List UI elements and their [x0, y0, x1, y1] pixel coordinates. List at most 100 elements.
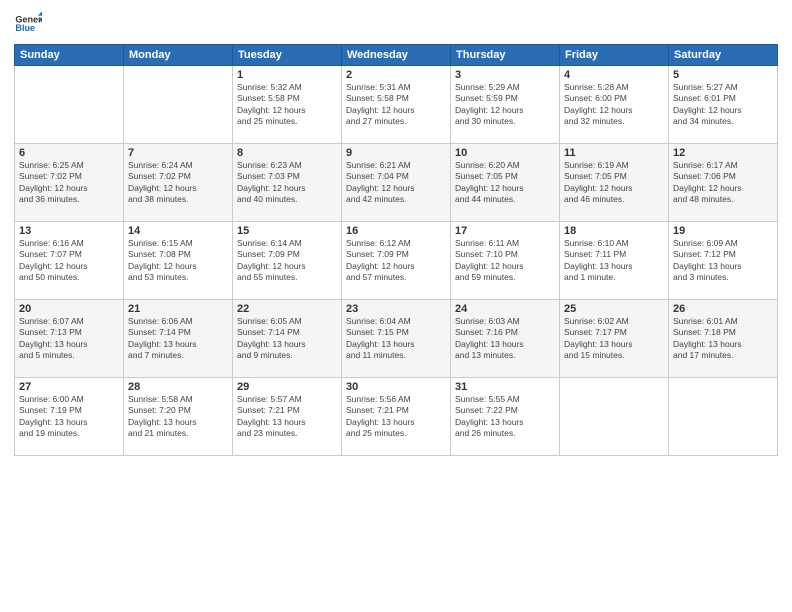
day-number: 16 — [346, 225, 446, 237]
calendar-cell: 19Sunrise: 6:09 AM Sunset: 7:12 PM Dayli… — [669, 222, 778, 300]
day-info: Sunrise: 5:57 AM Sunset: 7:21 PM Dayligh… — [237, 394, 337, 440]
logo-icon: General Blue — [14, 10, 42, 38]
day-info: Sunrise: 6:14 AM Sunset: 7:09 PM Dayligh… — [237, 238, 337, 284]
day-info: Sunrise: 6:25 AM Sunset: 7:02 PM Dayligh… — [19, 160, 119, 206]
header: General Blue — [14, 10, 778, 38]
calendar-cell: 26Sunrise: 6:01 AM Sunset: 7:18 PM Dayli… — [669, 300, 778, 378]
day-info: Sunrise: 5:32 AM Sunset: 5:58 PM Dayligh… — [237, 82, 337, 128]
calendar-cell: 30Sunrise: 5:56 AM Sunset: 7:21 PM Dayli… — [342, 378, 451, 456]
day-header-monday: Monday — [124, 45, 233, 66]
day-info: Sunrise: 5:55 AM Sunset: 7:22 PM Dayligh… — [455, 394, 555, 440]
day-number: 9 — [346, 147, 446, 159]
calendar-week-1: 1Sunrise: 5:32 AM Sunset: 5:58 PM Daylig… — [15, 66, 778, 144]
day-number: 8 — [237, 147, 337, 159]
day-info: Sunrise: 6:12 AM Sunset: 7:09 PM Dayligh… — [346, 238, 446, 284]
day-number: 11 — [564, 147, 664, 159]
calendar-cell: 4Sunrise: 5:28 AM Sunset: 6:00 PM Daylig… — [560, 66, 669, 144]
calendar-cell: 10Sunrise: 6:20 AM Sunset: 7:05 PM Dayli… — [451, 144, 560, 222]
calendar-cell: 25Sunrise: 6:02 AM Sunset: 7:17 PM Dayli… — [560, 300, 669, 378]
calendar-cell: 20Sunrise: 6:07 AM Sunset: 7:13 PM Dayli… — [15, 300, 124, 378]
day-info: Sunrise: 5:31 AM Sunset: 5:58 PM Dayligh… — [346, 82, 446, 128]
calendar-page: General Blue SundayMondayTuesdayWednesda… — [0, 0, 792, 612]
day-number: 2 — [346, 69, 446, 81]
logo: General Blue — [14, 10, 42, 38]
day-info: Sunrise: 6:17 AM Sunset: 7:06 PM Dayligh… — [673, 160, 773, 206]
day-number: 28 — [128, 381, 228, 393]
calendar-table: SundayMondayTuesdayWednesdayThursdayFrid… — [14, 44, 778, 456]
day-number: 22 — [237, 303, 337, 315]
calendar-cell — [669, 378, 778, 456]
day-info: Sunrise: 6:15 AM Sunset: 7:08 PM Dayligh… — [128, 238, 228, 284]
calendar-week-4: 20Sunrise: 6:07 AM Sunset: 7:13 PM Dayli… — [15, 300, 778, 378]
calendar-week-3: 13Sunrise: 6:16 AM Sunset: 7:07 PM Dayli… — [15, 222, 778, 300]
day-info: Sunrise: 6:06 AM Sunset: 7:14 PM Dayligh… — [128, 316, 228, 362]
calendar-cell: 17Sunrise: 6:11 AM Sunset: 7:10 PM Dayli… — [451, 222, 560, 300]
day-info: Sunrise: 6:10 AM Sunset: 7:11 PM Dayligh… — [564, 238, 664, 284]
day-info: Sunrise: 5:28 AM Sunset: 6:00 PM Dayligh… — [564, 82, 664, 128]
day-number: 21 — [128, 303, 228, 315]
day-number: 19 — [673, 225, 773, 237]
calendar-cell: 12Sunrise: 6:17 AM Sunset: 7:06 PM Dayli… — [669, 144, 778, 222]
day-info: Sunrise: 6:20 AM Sunset: 7:05 PM Dayligh… — [455, 160, 555, 206]
calendar-cell: 2Sunrise: 5:31 AM Sunset: 5:58 PM Daylig… — [342, 66, 451, 144]
calendar-cell: 18Sunrise: 6:10 AM Sunset: 7:11 PM Dayli… — [560, 222, 669, 300]
day-info: Sunrise: 5:56 AM Sunset: 7:21 PM Dayligh… — [346, 394, 446, 440]
day-number: 4 — [564, 69, 664, 81]
day-number: 31 — [455, 381, 555, 393]
day-number: 5 — [673, 69, 773, 81]
day-number: 30 — [346, 381, 446, 393]
day-number: 7 — [128, 147, 228, 159]
day-info: Sunrise: 6:05 AM Sunset: 7:14 PM Dayligh… — [237, 316, 337, 362]
day-header-sunday: Sunday — [15, 45, 124, 66]
calendar-cell: 7Sunrise: 6:24 AM Sunset: 7:02 PM Daylig… — [124, 144, 233, 222]
day-number: 29 — [237, 381, 337, 393]
svg-text:Blue: Blue — [15, 23, 35, 33]
day-number: 25 — [564, 303, 664, 315]
day-info: Sunrise: 6:07 AM Sunset: 7:13 PM Dayligh… — [19, 316, 119, 362]
day-number: 23 — [346, 303, 446, 315]
calendar-cell — [560, 378, 669, 456]
day-info: Sunrise: 5:58 AM Sunset: 7:20 PM Dayligh… — [128, 394, 228, 440]
day-info: Sunrise: 6:11 AM Sunset: 7:10 PM Dayligh… — [455, 238, 555, 284]
calendar-cell: 15Sunrise: 6:14 AM Sunset: 7:09 PM Dayli… — [233, 222, 342, 300]
day-number: 20 — [19, 303, 119, 315]
day-info: Sunrise: 6:00 AM Sunset: 7:19 PM Dayligh… — [19, 394, 119, 440]
day-number: 14 — [128, 225, 228, 237]
calendar-cell: 27Sunrise: 6:00 AM Sunset: 7:19 PM Dayli… — [15, 378, 124, 456]
day-info: Sunrise: 6:19 AM Sunset: 7:05 PM Dayligh… — [564, 160, 664, 206]
calendar-cell: 31Sunrise: 5:55 AM Sunset: 7:22 PM Dayli… — [451, 378, 560, 456]
calendar-cell: 28Sunrise: 5:58 AM Sunset: 7:20 PM Dayli… — [124, 378, 233, 456]
calendar-header-row: SundayMondayTuesdayWednesdayThursdayFrid… — [15, 45, 778, 66]
day-info: Sunrise: 6:01 AM Sunset: 7:18 PM Dayligh… — [673, 316, 773, 362]
calendar-week-5: 27Sunrise: 6:00 AM Sunset: 7:19 PM Dayli… — [15, 378, 778, 456]
day-info: Sunrise: 6:09 AM Sunset: 7:12 PM Dayligh… — [673, 238, 773, 284]
day-number: 24 — [455, 303, 555, 315]
calendar-cell — [124, 66, 233, 144]
day-number: 27 — [19, 381, 119, 393]
day-info: Sunrise: 6:23 AM Sunset: 7:03 PM Dayligh… — [237, 160, 337, 206]
day-info: Sunrise: 5:29 AM Sunset: 5:59 PM Dayligh… — [455, 82, 555, 128]
day-info: Sunrise: 5:27 AM Sunset: 6:01 PM Dayligh… — [673, 82, 773, 128]
calendar-cell: 11Sunrise: 6:19 AM Sunset: 7:05 PM Dayli… — [560, 144, 669, 222]
day-header-thursday: Thursday — [451, 45, 560, 66]
day-number: 6 — [19, 147, 119, 159]
calendar-cell: 23Sunrise: 6:04 AM Sunset: 7:15 PM Dayli… — [342, 300, 451, 378]
calendar-cell — [15, 66, 124, 144]
day-header-saturday: Saturday — [669, 45, 778, 66]
day-info: Sunrise: 6:04 AM Sunset: 7:15 PM Dayligh… — [346, 316, 446, 362]
day-number: 26 — [673, 303, 773, 315]
day-header-friday: Friday — [560, 45, 669, 66]
day-info: Sunrise: 6:16 AM Sunset: 7:07 PM Dayligh… — [19, 238, 119, 284]
day-number: 17 — [455, 225, 555, 237]
day-number: 12 — [673, 147, 773, 159]
calendar-cell: 29Sunrise: 5:57 AM Sunset: 7:21 PM Dayli… — [233, 378, 342, 456]
calendar-cell: 24Sunrise: 6:03 AM Sunset: 7:16 PM Dayli… — [451, 300, 560, 378]
day-number: 10 — [455, 147, 555, 159]
calendar-cell: 3Sunrise: 5:29 AM Sunset: 5:59 PM Daylig… — [451, 66, 560, 144]
calendar-cell: 1Sunrise: 5:32 AM Sunset: 5:58 PM Daylig… — [233, 66, 342, 144]
day-number: 1 — [237, 69, 337, 81]
day-header-tuesday: Tuesday — [233, 45, 342, 66]
day-info: Sunrise: 6:02 AM Sunset: 7:17 PM Dayligh… — [564, 316, 664, 362]
day-info: Sunrise: 6:03 AM Sunset: 7:16 PM Dayligh… — [455, 316, 555, 362]
calendar-cell: 6Sunrise: 6:25 AM Sunset: 7:02 PM Daylig… — [15, 144, 124, 222]
